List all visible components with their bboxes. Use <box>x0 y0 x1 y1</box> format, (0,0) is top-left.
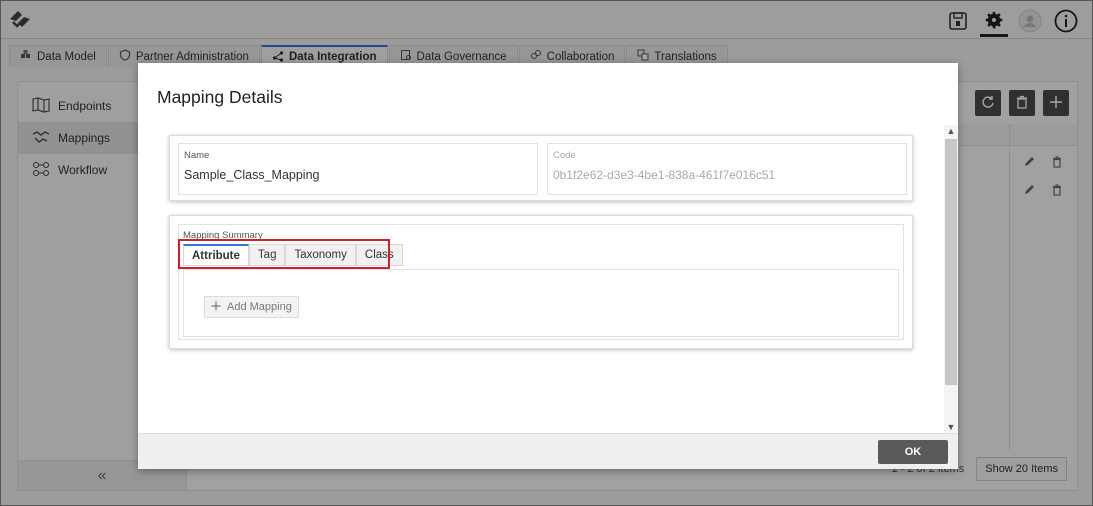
plus-icon <box>211 301 221 314</box>
name-field[interactable]: Name Sample_Class_Mapping <box>178 143 538 195</box>
code-field: Code 0b1f2e62-d3e3-4be1-838a-461f7e016c5… <box>547 143 907 195</box>
scroll-down-icon[interactable]: ▼ <box>944 421 958 433</box>
code-label: Code <box>553 150 576 161</box>
attribute-tab-content: Add Mapping <box>183 269 899 337</box>
name-label: Name <box>184 150 210 161</box>
code-value: 0b1f2e62-d3e3-4be1-838a-461f7e016c51 <box>553 168 776 182</box>
app-window: Data Model Partner Administration Data I… <box>0 0 1093 506</box>
scroll-up-icon[interactable]: ▲ <box>944 125 958 137</box>
details-card: Name Sample_Class_Mapping Code 0b1f2e62-… <box>169 135 913 201</box>
ok-button[interactable]: OK <box>878 440 948 464</box>
dialog-scrollbar[interactable]: ▲ ▼ <box>944 125 958 433</box>
scrollbar-thumb[interactable] <box>945 139 957 385</box>
add-mapping-button[interactable]: Add Mapping <box>204 296 299 318</box>
mapping-summary-card: Mapping Summary Attribute Tag Taxonomy C… <box>169 215 913 349</box>
dialog-body: Name Sample_Class_Mapping Code 0b1f2e62-… <box>138 125 944 433</box>
tabs-highlight-box <box>178 239 390 269</box>
name-value: Sample_Class_Mapping <box>184 168 320 182</box>
dialog-title: Mapping Details <box>157 87 283 107</box>
dialog-footer: OK <box>138 433 958 469</box>
